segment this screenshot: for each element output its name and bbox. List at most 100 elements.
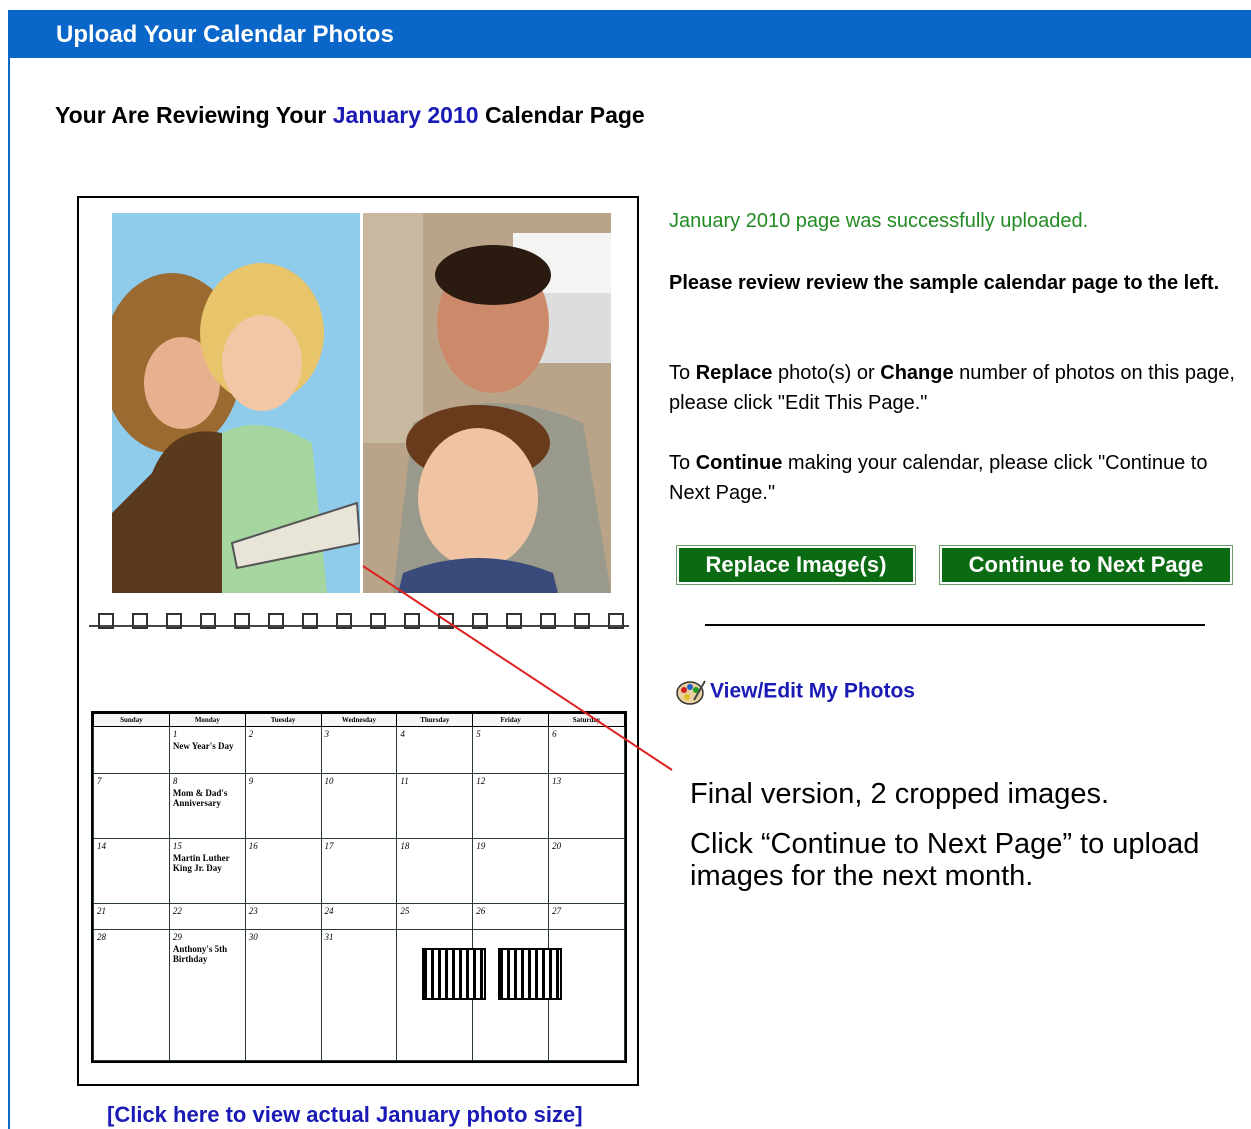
review-heading: Your Are Reviewing Your January 2010 Cal…	[55, 102, 645, 129]
weekday-header: Tuesday	[244, 713, 322, 727]
review-prompt: Please review review the sample calendar…	[669, 272, 1220, 294]
calendar-day-cell: 6	[548, 725, 625, 775]
day-number: 24	[324, 905, 334, 916]
day-number: 10	[324, 776, 334, 787]
day-number: 15	[172, 840, 182, 851]
annotation-callout: Final version, 2 cropped images. Click “…	[690, 778, 1230, 910]
calendar-day-cell: 1 New Year's Day	[168, 725, 246, 775]
day-number: 3	[324, 729, 330, 739]
day-note: Mom & Dad's Anniversary	[172, 788, 228, 809]
day-number: 22	[172, 905, 182, 916]
continue-bold: Continue	[695, 452, 783, 474]
calendar-day-cell	[472, 928, 563, 1062]
day-number: 30	[248, 931, 258, 942]
calendar-day-cell: 11	[396, 773, 474, 839]
calendar-day-cell: 14	[93, 837, 170, 904]
day-number: 4	[400, 729, 405, 739]
calendar-week-row: 1 New Year's Day 2 3 4 5 6	[93, 725, 625, 775]
calendar-day-cell: 4	[396, 725, 474, 775]
palette-icon	[676, 678, 706, 706]
calendar-day-cell: 31	[320, 928, 398, 1062]
day-number: 1	[172, 729, 178, 739]
view-photo-size-link[interactable]: [Click here to view actual January photo…	[107, 1102, 583, 1128]
weekday-header: Thursday	[396, 713, 474, 727]
day-number: 2	[248, 729, 254, 739]
calendar-day-cell: 10	[320, 773, 398, 839]
replace-instructions: To Replace photo(s) or Change number of …	[669, 358, 1249, 418]
day-number: 19	[476, 840, 486, 851]
calendar-week-row: 14 15 Martin Luther King Jr. Day 16 17 18 19 20	[93, 837, 625, 904]
day-number: 31	[324, 931, 334, 942]
calendar-day-cell: 17	[320, 837, 398, 904]
day-number: 23	[248, 905, 258, 916]
calendar-preview: Sunday Monday Tuesday Wednesday Thursday…	[77, 196, 639, 1086]
replace-images-button[interactable]: Replace Image(s)	[676, 545, 916, 585]
day-number: 26	[476, 905, 486, 916]
calendar-day-cell: 15 Martin Luther King Jr. Day	[168, 837, 246, 904]
change-bold: Change	[880, 362, 954, 384]
continue-next-page-button[interactable]: Continue to Next Page	[939, 545, 1233, 585]
calendar-day-cell	[396, 928, 487, 1062]
calendar-week-row: 7 8 Mom & Dad's Anniversary 9 10 11 12 13	[93, 773, 625, 839]
calendar-day-cell: 9	[244, 773, 322, 839]
calendar-day-cell: 20	[548, 837, 625, 904]
day-number: 18	[400, 840, 410, 851]
calendar-day-cell: 5	[472, 725, 550, 775]
calendar-day-cell: 25	[396, 902, 474, 930]
photo-mother-daughter	[112, 213, 360, 593]
weekday-header: Friday	[472, 713, 550, 727]
calendar-day-cell	[548, 928, 625, 1062]
day-number: 8	[172, 776, 178, 787]
photo-father-son	[363, 213, 611, 593]
weekday-header: Saturday	[548, 713, 625, 727]
calendar-day-cell: 23	[244, 902, 322, 930]
replace-pre: To	[669, 362, 691, 384]
calendar-day-cell: 21	[93, 902, 170, 930]
weekday-header: Wednesday	[320, 713, 398, 727]
review-prefix: Your Are Reviewing Your	[55, 102, 327, 128]
day-number: 7	[97, 776, 102, 787]
calendar-day-cell: 7	[93, 773, 170, 839]
calendar-day-cell: 2	[244, 725, 322, 775]
success-message: January 2010 page was successfully uploa…	[669, 210, 1089, 232]
day-number: 11	[400, 776, 409, 787]
day-number: 27	[552, 905, 562, 916]
weekday-header: Sunday	[93, 713, 170, 727]
calendar-day-cell: 29 Anthony's 5th Birthday	[168, 928, 246, 1062]
calendar-week-row: 21 22 23 24 25 26 27	[93, 902, 625, 930]
calendar-day-cell: 8 Mom & Dad's Anniversary	[168, 773, 246, 839]
review-month: January 2010	[332, 102, 479, 128]
calendar-day-cell: 3	[320, 725, 398, 775]
calendar-day-cell: 24	[320, 902, 398, 930]
day-number: 9	[248, 776, 254, 787]
page-title: Upload Your Calendar Photos	[56, 21, 394, 48]
day-number: 16	[248, 840, 258, 851]
day-number: 17	[324, 840, 334, 851]
replace-bold: Replace	[695, 362, 773, 384]
weekday-header: Monday	[168, 713, 246, 727]
day-number: 12	[476, 776, 486, 787]
replace-mid: photo(s) or	[777, 362, 875, 384]
calendar-day-cell: 18	[396, 837, 474, 904]
continue-pre: To	[669, 452, 691, 474]
day-number: 14	[97, 840, 106, 851]
day-note: New Year's Day	[172, 741, 234, 751]
calendar-day-cell: 28	[93, 928, 170, 1062]
calendar-day-cell	[93, 725, 170, 775]
day-note: Anthony's 5th Birthday	[172, 943, 228, 964]
day-number: 5	[476, 729, 481, 739]
day-number: 21	[97, 905, 106, 916]
calendar-footer	[91, 1068, 627, 1078]
view-edit-photos-link[interactable]: View/Edit My Photos	[676, 678, 915, 706]
calendar-day-cell: 27	[548, 902, 625, 930]
calendar-day-cell: 12	[472, 773, 550, 839]
day-number: 25	[400, 905, 410, 916]
annotation-line1: Final version, 2 cropped images.	[690, 778, 1110, 810]
view-edit-label: View/Edit My Photos	[710, 679, 915, 703]
day-number: 20	[552, 840, 562, 851]
day-number: 28	[97, 931, 106, 942]
annotation-line2: Click “Continue to Next Page” to upload …	[690, 828, 1200, 892]
day-note: Martin Luther King Jr. Day	[172, 852, 230, 873]
calendar-day-cell: 26	[472, 902, 550, 930]
calendar-day-cell: 16	[244, 837, 322, 904]
